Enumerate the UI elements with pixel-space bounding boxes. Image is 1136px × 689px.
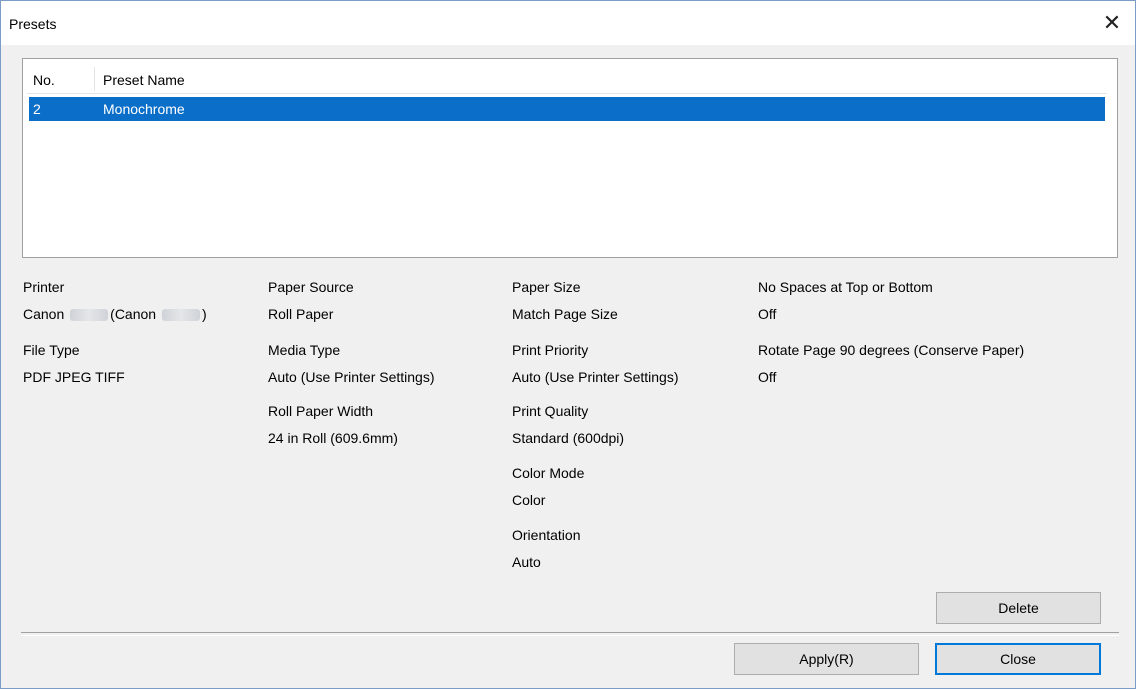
print-priority-label: Print Priority — [512, 342, 589, 358]
media-type-field: Media Type Auto (Use Printer Settings) — [268, 342, 435, 391]
paper-size-label: Paper Size — [512, 279, 581, 295]
print-priority-field: Print Priority Auto (Use Printer Setting… — [512, 342, 679, 391]
print-priority-value: Auto (Use Printer Settings) — [512, 369, 679, 385]
orientation-field: Orientation Auto — [512, 527, 580, 576]
list-item-no: 2 — [33, 101, 41, 117]
title-bar: Presets ✕ — [1, 1, 1135, 45]
roll-paper-width-label: Roll Paper Width — [268, 403, 374, 419]
roll-paper-width-value: 24 in Roll (609.6mm) — [268, 430, 398, 446]
redacted-model — [70, 309, 109, 322]
close-icon[interactable]: ✕ — [1089, 1, 1135, 45]
window-title: Presets — [9, 16, 57, 32]
printer-label: Printer — [23, 279, 65, 295]
printer-value: Canon (Canon ) — [23, 306, 207, 322]
rotate-page-label: Rotate Page 90 degrees (Conserve Paper) — [758, 342, 1025, 358]
redacted-model — [161, 309, 200, 322]
file-type-field: File Type PDF JPEG TIFF — [23, 342, 125, 391]
print-quality-field: Print Quality Standard (600dpi) — [512, 403, 624, 452]
paper-source-label: Paper Source — [268, 279, 354, 295]
column-header-no[interactable]: No. — [33, 72, 55, 88]
media-type-value: Auto (Use Printer Settings) — [268, 369, 435, 385]
preset-list[interactable]: No. Preset Name 2 Monochrome — [22, 58, 1118, 258]
apply-button[interactable]: Apply(R) — [734, 643, 919, 675]
file-type-value: PDF JPEG TIFF — [23, 369, 125, 385]
media-type-label: Media Type — [268, 342, 341, 358]
rotate-page-field: Rotate Page 90 degrees (Conserve Paper) … — [758, 342, 1024, 391]
divider — [21, 632, 1119, 636]
paper-source-field: Paper Source Roll Paper — [268, 279, 354, 328]
close-button[interactable]: Close — [935, 643, 1101, 675]
no-spaces-field: No Spaces at Top or Bottom Off — [758, 279, 933, 328]
delete-button[interactable]: Delete — [936, 592, 1101, 624]
color-mode-value: Color — [512, 492, 546, 508]
no-spaces-label: No Spaces at Top or Bottom — [758, 279, 933, 295]
column-header-preset-name[interactable]: Preset Name — [103, 72, 185, 88]
rotate-page-value: Off — [758, 369, 777, 385]
column-divider — [94, 67, 95, 91]
no-spaces-value: Off — [758, 306, 777, 322]
color-mode-field: Color Mode Color — [512, 465, 584, 514]
printer-field: Printer Canon (Canon ) — [23, 279, 207, 328]
orientation-value: Auto — [512, 554, 541, 570]
list-item-name: Monochrome — [103, 101, 185, 117]
file-type-label: File Type — [23, 342, 80, 358]
orientation-label: Orientation — [512, 527, 581, 543]
list-header: No. Preset Name — [27, 65, 1107, 94]
list-item[interactable]: 2 Monochrome — [29, 97, 1105, 121]
roll-paper-width-field: Roll Paper Width 24 in Roll (609.6mm) — [268, 403, 398, 452]
presets-dialog: Presets ✕ No. Preset Name 2 Monochrome P… — [0, 0, 1136, 689]
paper-size-value: Match Page Size — [512, 306, 618, 322]
color-mode-label: Color Mode — [512, 465, 585, 481]
paper-source-value: Roll Paper — [268, 306, 334, 322]
print-quality-label: Print Quality — [512, 403, 589, 419]
print-quality-value: Standard (600dpi) — [512, 430, 625, 446]
paper-size-field: Paper Size Match Page Size — [512, 279, 618, 328]
